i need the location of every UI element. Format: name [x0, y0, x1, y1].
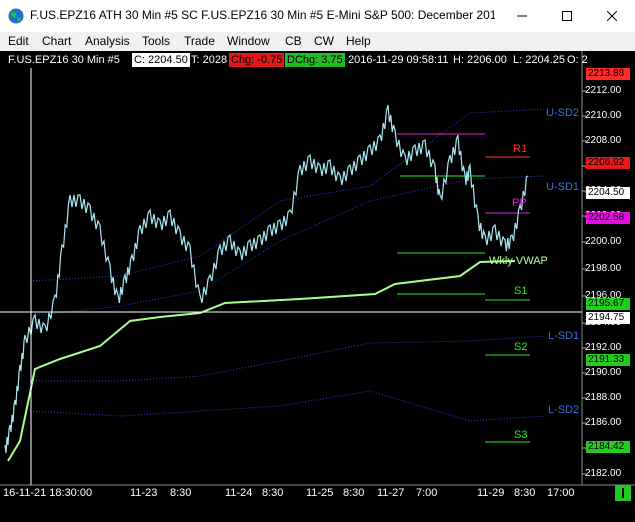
info-close: C: 2204.50: [132, 53, 190, 67]
price-axis-label: 2200.00: [585, 236, 622, 247]
time-axis-label: 11-29: [477, 487, 505, 499]
menu-cb[interactable]: CB: [285, 34, 302, 48]
level-label-r1: R1: [513, 143, 528, 155]
time-axis-label: 7:00: [416, 487, 438, 499]
time-axis-label: 8:30: [262, 487, 284, 499]
price-axis-label: 2190.00: [585, 367, 622, 378]
level-label-u-sd2: U-SD2: [546, 107, 580, 119]
price-tag: 2213.88: [586, 68, 630, 80]
price-axis-label: 2192.00: [585, 342, 622, 353]
menu-window[interactable]: Window: [227, 34, 270, 48]
price-axis-label: 2210.00: [585, 110, 622, 121]
price-tag: 2202.58: [586, 212, 630, 224]
menu-chart[interactable]: Chart: [42, 34, 71, 48]
price-tag: 2195.67: [586, 298, 630, 310]
std-dev-band-line: [29, 175, 546, 317]
chart-area[interactable]: F.US.EPZ16 30 Min #5 C: 2204.50 T: 2028 …: [0, 51, 635, 522]
time-axis-label: 17:00: [547, 487, 575, 499]
info-low: L: 2204.25: [513, 54, 565, 66]
info-open: O: 2: [567, 54, 588, 66]
time-axis-label: 11-24: [225, 487, 253, 499]
level-label-s2: S2: [514, 341, 528, 353]
menu-trade[interactable]: Trade: [184, 34, 215, 48]
level-label-pp: PP: [512, 197, 527, 209]
minimize-icon: [517, 15, 527, 17]
menu-bar: Edit Chart Analysis Tools Trade Window C…: [0, 32, 635, 51]
time-axis-label: 8:30: [343, 487, 365, 499]
info-high: H: 2206.00: [453, 54, 507, 66]
close-button[interactable]: [590, 0, 634, 32]
menu-help[interactable]: Help: [346, 34, 371, 48]
time-axis-label: 8:30: [514, 487, 536, 499]
price-axis-label: 2186.00: [585, 417, 622, 428]
level-label-s3: S3: [514, 429, 528, 441]
price-axis-label: 2208.00: [585, 135, 622, 146]
vwap-line: [7, 260, 516, 462]
chart-scroll-button[interactable]: [615, 485, 631, 501]
info-daily-change: DChg: 3.75: [285, 53, 345, 67]
price-axis-label: 2188.00: [585, 392, 622, 403]
price-tag: 2204.50: [586, 187, 630, 199]
price-chart-canvas[interactable]: [0, 51, 635, 522]
level-label-wkly-vwap: Wkly VWAP: [489, 255, 548, 267]
price-bars: [4, 104, 529, 454]
level-label-u-sd1: U-SD1: [546, 181, 580, 193]
info-symbol: F.US.EPZ16 30 Min #5: [8, 54, 120, 66]
level-label-l-sd1: L-SD1: [548, 330, 580, 342]
maximize-button[interactable]: [545, 0, 589, 32]
bar-marker-icon: [622, 488, 624, 498]
price-tag: 2194.75: [586, 312, 630, 324]
globe-app-icon: [8, 8, 24, 24]
level-label-s1: S1: [514, 285, 528, 297]
menu-analysis[interactable]: Analysis: [85, 34, 130, 48]
price-tag: 2206.92: [586, 157, 630, 169]
time-axis-label: 11-25: [306, 487, 334, 499]
price-tag: 2184.42: [586, 441, 630, 453]
close-icon: [607, 11, 617, 21]
std-dev-band-line: [30, 335, 546, 382]
std-dev-band-line: [29, 108, 546, 282]
info-change: Chg: -0.75: [229, 53, 285, 67]
time-axis-label: 8:30: [170, 487, 192, 499]
time-axis-label: 11-27: [377, 487, 405, 499]
minimize-button[interactable]: [500, 0, 544, 32]
maximize-icon: [562, 11, 572, 21]
price-axis-label: 2182.00: [585, 468, 622, 479]
price-axis-label: 2212.00: [585, 85, 622, 96]
time-axis-label: 11-23: [130, 487, 158, 499]
time-axis-label: 16-11-21 18:30:00: [3, 487, 93, 499]
price-tag: 2191.33: [586, 354, 630, 366]
menu-tools[interactable]: Tools: [142, 34, 170, 48]
level-label-l-sd2: L-SD2: [548, 404, 580, 416]
price-axis-label: 2198.00: [585, 263, 622, 274]
window-title: F.US.EPZ16 ATH 30 Min #5 SC F.US.EPZ16 3…: [30, 8, 495, 22]
info-ticks: T: 2028: [191, 54, 228, 66]
title-bar: F.US.EPZ16 ATH 30 Min #5 SC F.US.EPZ16 3…: [0, 0, 635, 33]
menu-edit[interactable]: Edit: [8, 34, 29, 48]
std-dev-band-line: [29, 390, 546, 422]
menu-cw[interactable]: CW: [314, 34, 334, 48]
info-datetime: 2016-11-29 09:58:11: [348, 54, 449, 66]
